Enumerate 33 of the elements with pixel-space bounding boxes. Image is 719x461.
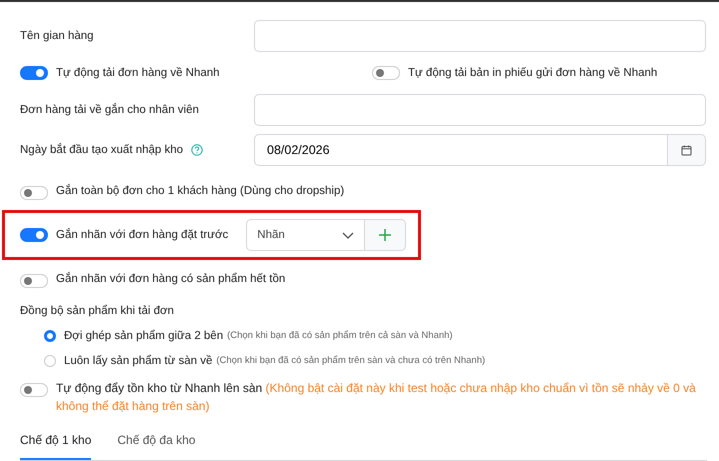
section-heading: Đồng bộ sản phẩm khi tải đơn bbox=[20, 304, 175, 319]
toggle-switch[interactable] bbox=[20, 382, 48, 397]
toggle-switch[interactable] bbox=[20, 66, 48, 80]
radio-hint: (Chọn khi bạn đã có sản phẩm trên sàn và chưa có trên Nhanh) bbox=[216, 355, 486, 368]
calendar-button[interactable] bbox=[668, 134, 706, 166]
toggle-label: Gắn nhãn với đơn hàng có sản phẩm hết tồn bbox=[56, 272, 286, 287]
label-select[interactable]: Nhãn bbox=[246, 219, 365, 251]
tab[interactable]: Chế độ đa kho bbox=[117, 424, 196, 460]
toggle-switch[interactable] bbox=[372, 66, 400, 80]
radio-hint: (Chọn khi bạn đã có sản phẩm trên cả sàn và Nhanh) bbox=[227, 330, 453, 343]
radio-button[interactable] bbox=[44, 330, 56, 342]
toggle-label: Tự động tải đơn hàng về Nhanh bbox=[56, 66, 220, 80]
date-field[interactable]: 08/02/2026 bbox=[254, 134, 668, 166]
field-label: Ngày bắt đầu tạo xuất nhập kho bbox=[20, 142, 184, 158]
toggle-label: Gắn toàn bộ đơn cho 1 khách hàng (Dùng cho dropship) bbox=[56, 184, 344, 199]
field-label: Đơn hàng tải về gắn cho nhân viên bbox=[20, 102, 200, 118]
toggle-switch[interactable] bbox=[20, 274, 48, 288]
radio-button[interactable] bbox=[44, 355, 56, 368]
field-label: Tên gian hàng bbox=[20, 28, 95, 44]
toggle-label: Gắn nhãn với đơn hàng đặt trước bbox=[56, 228, 228, 242]
radio-label: Đợi ghép sản phẩm giữa 2 bên bbox=[64, 328, 224, 344]
text-field[interactable] bbox=[254, 20, 706, 52]
help-icon bbox=[191, 144, 204, 156]
radio-label: Luôn lấy sản phẩm từ sàn về bbox=[64, 354, 212, 369]
tab[interactable]: Chế độ 1 kho bbox=[20, 424, 92, 460]
toggle-label: Tự động đẩy tồn kho từ Nhanh lên sàn (Không bật cài đặt này khi test hoặc chưa nhập kho chuẩn vì tồn sẽ nhảy về 0 và không thể đặt hàng trên sàn) bbox=[56, 380, 697, 415]
toggle-switch[interactable] bbox=[20, 186, 48, 200]
caret-icon bbox=[342, 232, 354, 238]
text-field[interactable] bbox=[254, 94, 706, 126]
plus-icon bbox=[378, 229, 391, 241]
toggle-switch[interactable] bbox=[20, 228, 48, 242]
calendar-icon bbox=[681, 144, 692, 156]
toggle-label: Tự động tải bản in phiếu gửi đơn hàng về Nhanh bbox=[408, 66, 658, 80]
